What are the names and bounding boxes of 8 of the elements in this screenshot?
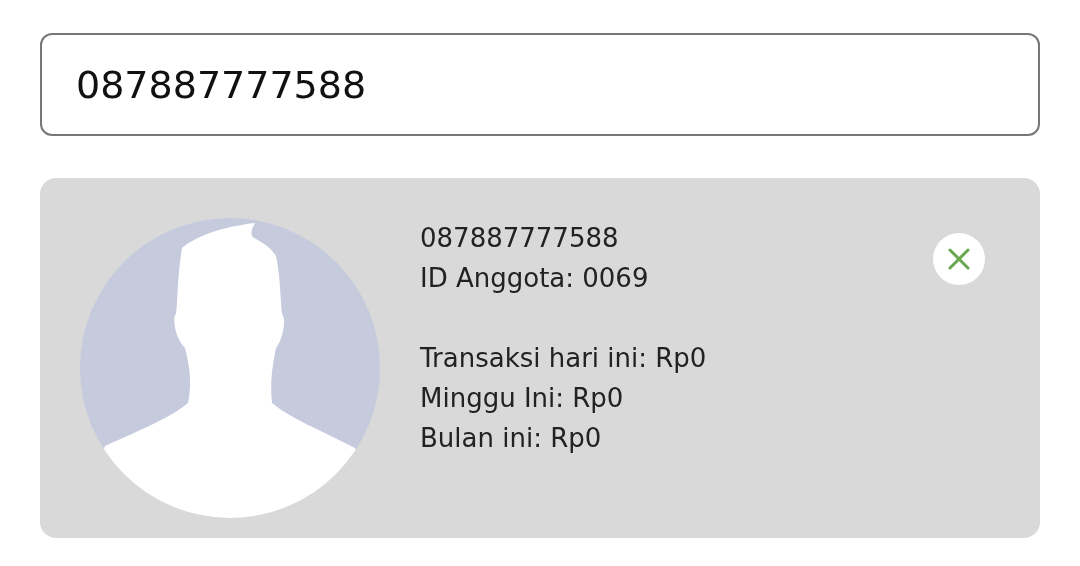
close-icon — [948, 248, 970, 270]
phone-input-field[interactable]: 087887777588 — [40, 33, 1040, 136]
close-button[interactable] — [933, 233, 985, 285]
member-phone: 087887777588 — [420, 222, 620, 255]
member-id: ID Anggota: 0069 — [420, 262, 650, 295]
stat-line: Minggu Ini: Rp0 — [420, 382, 625, 415]
stat-line: Transaksi hari ini: Rp0 — [420, 342, 708, 375]
stat-line: Bulan ini: Rp0 — [420, 422, 603, 455]
